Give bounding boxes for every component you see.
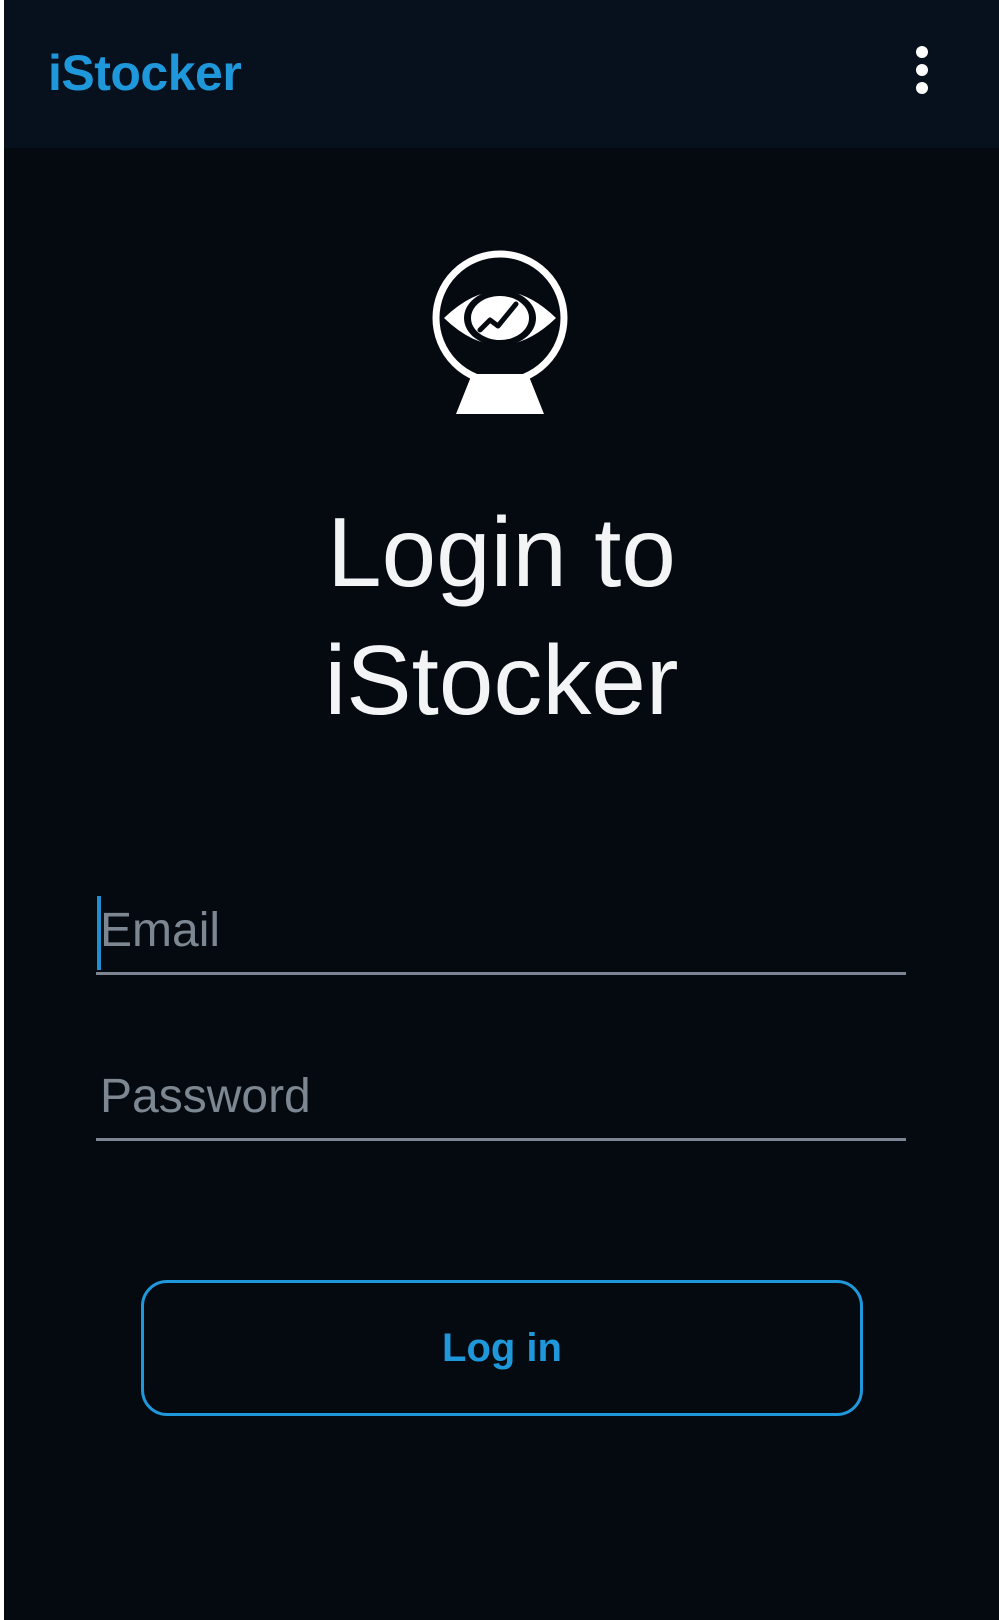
eye-chart-icon (432, 250, 568, 414)
app-title: iStocker (48, 45, 242, 101)
email-field[interactable] (96, 882, 906, 975)
login-screen: iStocker Login to iStocker Log in (4, 0, 999, 1620)
email-input[interactable] (96, 890, 906, 970)
page-title: Login to iStocker (4, 488, 999, 744)
app-bar: iStocker (4, 0, 999, 148)
more-vert-icon[interactable] (910, 40, 934, 100)
password-field[interactable] (96, 1048, 906, 1141)
page-title-line-2: iStocker (324, 625, 679, 735)
page-title-line-1: Login to (327, 497, 676, 607)
login-button[interactable]: Log in (141, 1280, 863, 1416)
password-input[interactable] (96, 1056, 906, 1136)
